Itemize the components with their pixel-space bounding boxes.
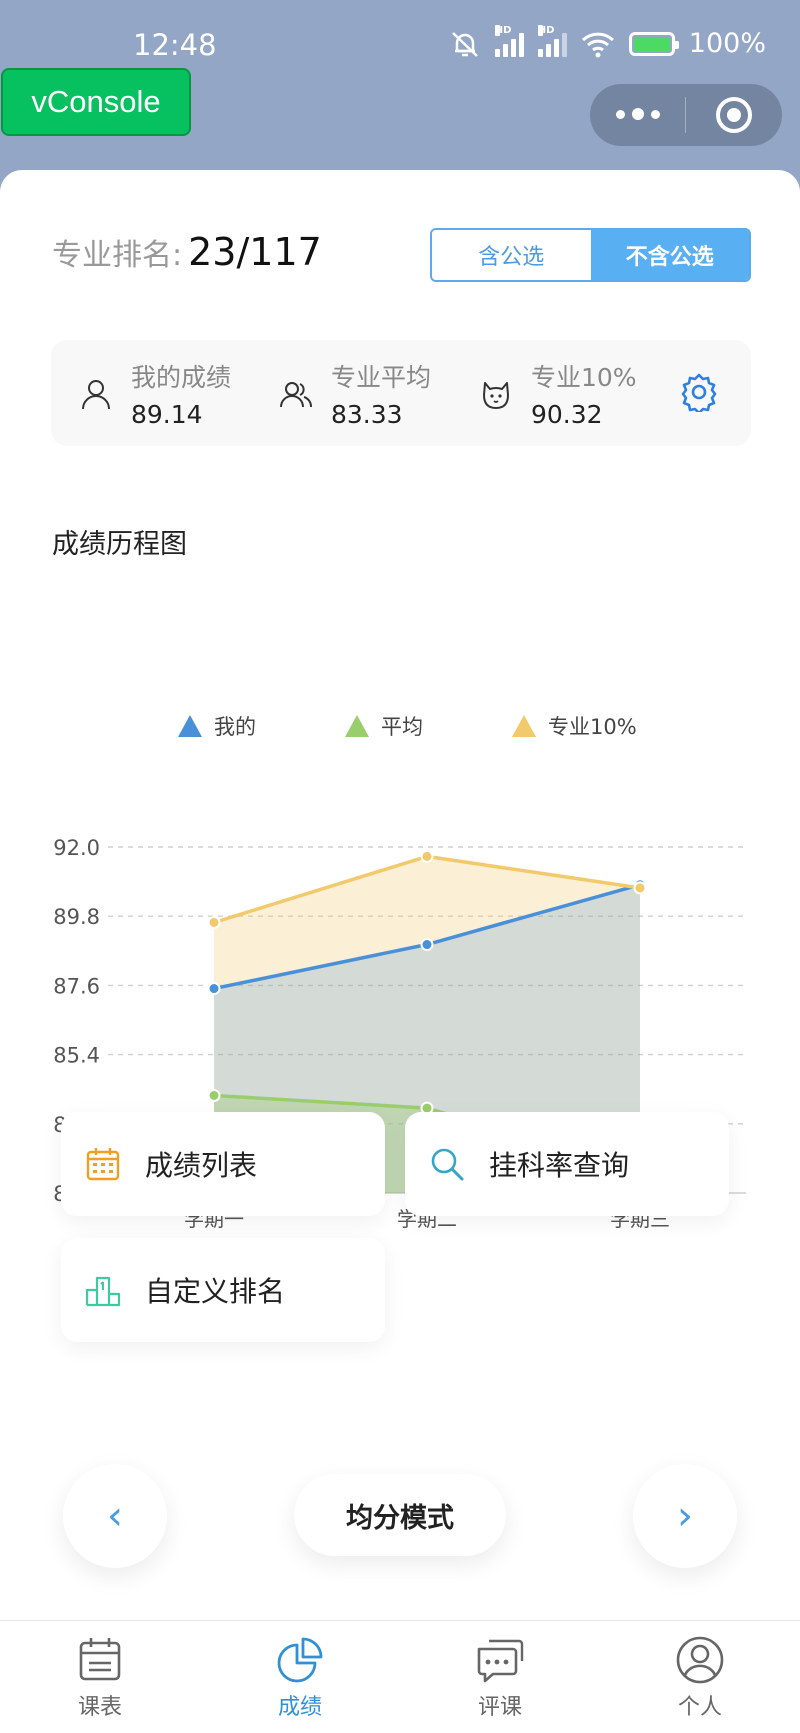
chat-bubbles-icon — [477, 1639, 524, 1683]
profile-icon — [676, 1636, 724, 1684]
data-point — [207, 1088, 221, 1102]
tab-bar: 课表 成绩 评课 个人 — [0, 1620, 800, 1733]
menu-fail-rate[interactable]: 挂科率查询 — [405, 1112, 729, 1216]
menu-score-list[interactable]: 成绩列表 — [61, 1112, 385, 1216]
stat-major-top10: 专业10% 90.32 — [479, 358, 637, 429]
legend-marker — [345, 715, 369, 737]
users-icon — [280, 381, 312, 407]
chart-title: 成绩历程图 — [52, 529, 187, 560]
legend-label: 平均 — [381, 715, 423, 739]
data-point — [207, 915, 221, 929]
stat-major-avg: 专业平均 83.33 — [279, 358, 431, 429]
y-tick-label: 85.4 — [53, 1044, 100, 1068]
signal-icon-2: HD — [537, 24, 567, 57]
main-sheet: 专业排名: 23/117 含公选 不含公选 我的成绩 89.14 专业平均 83… — [0, 170, 800, 1733]
calendar-icon — [86, 1148, 120, 1181]
elective-toggle: 含公选 不含公选 — [430, 228, 751, 282]
pie-chart-icon — [277, 1637, 323, 1683]
mode-selector[interactable]: 均分模式 — [294, 1474, 506, 1556]
signal-icon: HD — [494, 24, 524, 57]
stats-panel: 我的成绩 89.14 专业平均 83.33 专业10% 90.32 — [51, 340, 751, 446]
miniprogram-capsule — [590, 84, 782, 146]
cat-icon — [483, 381, 509, 409]
menu-label: 自定义排名 — [145, 1275, 286, 1308]
data-point — [633, 881, 647, 895]
prev-button[interactable]: ‹ — [63, 1464, 167, 1568]
search-icon — [431, 1148, 464, 1181]
tab-label: 成绩 — [277, 1695, 322, 1720]
gear-icon[interactable] — [679, 372, 719, 412]
menu-custom-ranking[interactable]: 自定义排名 — [61, 1238, 385, 1342]
tab-schedule[interactable]: 课表 — [0, 1621, 200, 1733]
battery-icon — [628, 31, 679, 56]
legend-marker — [512, 715, 536, 737]
y-tick-label: 92.0 — [53, 836, 100, 860]
legend-label: 我的 — [214, 715, 256, 739]
stat-value: 89.14 — [131, 400, 203, 429]
stat-label: 专业平均 — [331, 363, 432, 392]
rank-label: 专业排名: — [52, 238, 183, 273]
stat-value: 83.33 — [331, 400, 403, 429]
tab-label: 个人 — [677, 1695, 722, 1720]
podium-icon — [85, 1276, 121, 1307]
toggle-exclude-elective[interactable]: 不含公选 — [590, 230, 749, 280]
legend-label: 专业10% — [548, 715, 637, 739]
user-icon — [82, 379, 110, 409]
tab-label: 评课 — [477, 1695, 522, 1720]
toggle-include-elective[interactable]: 含公选 — [432, 230, 591, 280]
status-icons: HD HD 100% — [449, 24, 766, 59]
stat-value: 90.32 — [531, 400, 603, 429]
vconsole-button[interactable]: vConsole — [1, 68, 191, 136]
battery-level: 100% — [688, 28, 766, 59]
y-tick-label: 87.6 — [53, 974, 100, 998]
tab-scores[interactable]: 成绩 — [200, 1621, 400, 1733]
menu-label: 成绩列表 — [145, 1149, 258, 1182]
tab-review[interactable]: 评课 — [400, 1621, 600, 1733]
tab-label: 课表 — [77, 1695, 122, 1720]
wifi-icon — [581, 32, 614, 57]
data-point — [420, 849, 434, 863]
stat-label: 专业10% — [531, 363, 637, 392]
calendar-tab-icon — [79, 1638, 121, 1681]
data-point — [420, 938, 434, 952]
rank-value: 23/117 — [188, 230, 322, 274]
stat-label: 我的成绩 — [131, 363, 232, 392]
stat-my-score: 我的成绩 89.14 — [79, 358, 231, 429]
tab-profile[interactable]: 个人 — [600, 1621, 800, 1733]
close-target-icon[interactable] — [686, 97, 782, 133]
more-icon[interactable] — [590, 108, 685, 121]
menu-label: 挂科率查询 — [489, 1149, 630, 1182]
y-tick-label: 89.8 — [53, 905, 100, 929]
status-time: 12:48 — [133, 28, 217, 62]
rank-row: 专业排名: 23/117 — [52, 230, 322, 274]
next-button[interactable]: › — [633, 1464, 737, 1568]
data-point — [207, 982, 221, 996]
legend-marker — [178, 715, 202, 737]
mute-bell-icon — [451, 31, 478, 57]
